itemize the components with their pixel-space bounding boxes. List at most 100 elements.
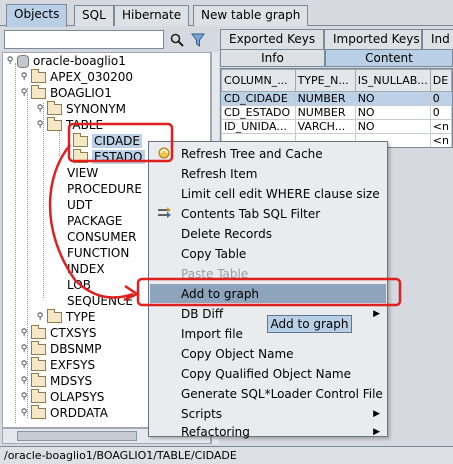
column-header[interactable]: IS_NULLAB... [354,69,431,92]
expand-icon[interactable]: ⚲ [5,56,15,66]
expand-icon[interactable]: ⚲ [35,312,45,322]
menu-item-contents-tab-sql-filter[interactable]: Contents Tab SQL Filter [150,204,386,223]
columns-grid[interactable]: COLUMN_... TYPE_N... IS_NULLAB... DE CD_… [220,68,453,148]
tree-item-label: ORDDATA [50,406,108,420]
tree-item[interactable]: CONSUMER [67,229,136,245]
tree-item[interactable]: ⚲ EXFSYS [19,356,96,373]
menu-item-copy-table[interactable]: Copy Table [150,244,386,263]
menu-item-add-to-graph[interactable]: Add to graph [150,284,386,303]
tree-item[interactable]: SEQUENCE [67,293,133,309]
filter-funnel-icon[interactable] [189,30,207,49]
expand-icon[interactable]: ⚲ [19,408,29,418]
table-cell[interactable]: CD_ESTADO [221,105,296,120]
tab-imported-keys[interactable]: Imported Keys [324,29,422,49]
tree-item-root[interactable]: ⚲ oracle-boaglio1 [5,53,126,69]
table-cell[interactable]: NUMBER [294,105,356,120]
folder-icon [31,356,46,371]
menu-item-refactoring[interactable]: Refactoring ▶ [150,422,386,441]
tree-item[interactable]: UDT [67,197,92,213]
tab-indexes[interactable]: Ind [422,29,453,49]
tree-item[interactable]: ⚲ APEX_030200 [19,68,133,85]
menu-item-label: Delete Records [181,226,272,241]
tree-item-label: SEQUENCE [67,294,133,308]
folder-icon [31,84,46,99]
tab-exported-keys[interactable]: Exported Keys [220,29,324,49]
menu-item-label: DB Diff [181,306,224,321]
expand-icon[interactable]: ⚲ [35,104,45,114]
column-header[interactable]: TYPE_N... [294,69,356,92]
tab-objects[interactable]: Objects [6,4,68,27]
tree-item[interactable]: ⚲ BOAGLIO1 [19,84,112,101]
table-cell[interactable]: NUMBER [294,91,356,106]
table-cell[interactable]: 0 [429,105,452,120]
submenu-arrow-icon: ▶ [373,426,380,437]
tree-item-label: VIEW [67,166,99,180]
menu-item-delete-records[interactable]: Delete Records [150,224,386,243]
tree-item-table-cidade[interactable]: CIDADE [73,132,142,149]
tab-content[interactable]: Content [325,49,453,67]
expand-icon[interactable]: ⚲ [19,328,29,338]
right-tabs-row1: Exported Keys Imported Keys Ind [220,29,453,49]
tree-item[interactable]: ⚲ CTXSYS [19,324,97,341]
menu-item-label: Paste Table [181,266,249,281]
tree-item[interactable]: ⚲ TABLE [35,116,103,133]
column-header[interactable]: DE [429,69,452,92]
table-cell[interactable]: 0 [429,91,452,106]
table-cell[interactable]: <n [429,119,452,134]
menu-item-label: Contents Tab SQL Filter [181,206,321,221]
tree-item[interactable]: PACKAGE [67,213,122,229]
tree-item[interactable]: ⚲ SYNONYM [35,100,126,117]
table-cell[interactable]: NO [354,105,431,120]
table-icon [73,148,88,163]
tree-item[interactable]: LOB [67,277,91,293]
menu-item-scripts[interactable]: Scripts ▶ [150,404,386,423]
table-row[interactable]: CD_CIDADE NUMBER NO 0 [221,91,452,106]
search-icon[interactable] [168,30,186,49]
expand-icon[interactable]: ⚲ [19,344,29,354]
table-cell[interactable]: VARCH... [294,119,356,134]
menu-item-copy-object-name[interactable]: Copy Object Name [150,344,386,363]
tree-item[interactable]: VIEW [67,165,98,181]
menu-item-copy-qualified-object-name[interactable]: Copy Qualified Object Name [150,364,386,383]
tree-item[interactable]: ⚲ OLAPSYS [19,388,104,405]
expand-icon[interactable]: ⚲ [19,392,29,402]
tree-item-label: TYPE [66,310,96,324]
tree-item[interactable]: ⚲ TYPE [35,308,96,325]
menu-item-generate-sqlloader[interactable]: Generate SQL*Loader Control File [150,384,386,403]
tree-item[interactable]: ⚲ ORDDATA [19,404,108,421]
expand-icon[interactable]: ⚲ [19,72,29,82]
table-cell[interactable]: ID_UNIDA... [221,119,296,134]
tree-item[interactable]: ⚲ MDSYS [19,372,92,389]
tree-item-label: CIDADE [92,134,142,148]
menu-item-limit-cell-edit[interactable]: Limit cell edit WHERE clause size [150,184,386,203]
tree-item-label: EXFSYS [50,358,96,372]
menu-item-refresh-item[interactable]: Refresh Item [150,164,386,183]
tab-info[interactable]: Info [220,49,325,67]
tree-item-table-estado[interactable]: ESTADO [73,148,145,165]
table-cell[interactable]: <n [429,133,452,147]
table-cell[interactable]: NO [354,119,431,134]
menu-item-label: Copy Table [181,246,247,261]
tree-item[interactable]: FUNCTION [67,245,129,261]
tree-item[interactable]: ⚲ DBSNMP [19,340,101,357]
column-header[interactable]: COLUMN_... [221,69,296,92]
expand-icon[interactable]: ⚲ [19,88,29,98]
expand-icon[interactable]: ⚲ [35,120,45,130]
tree-item[interactable]: PROCEDURE [67,181,142,197]
tree-item[interactable]: INDEX [67,261,105,277]
tab-hibernate[interactable]: Hibernate [114,5,190,26]
table-row[interactable]: ID_UNIDA... VARCH... NO <n [221,119,452,134]
folder-icon [31,324,46,339]
table-row[interactable]: CD_ESTADO NUMBER NO 0 [221,105,452,120]
table-cell[interactable]: CD_CIDADE [221,91,296,106]
tab-new-table-graph[interactable]: New table graph [193,5,309,26]
expand-icon[interactable]: ⚲ [19,376,29,386]
menu-item-refresh-tree[interactable]: Refresh Tree and Cache [150,144,386,163]
tab-sql[interactable]: SQL [74,5,114,26]
scrollbar-thumb[interactable] [17,431,137,441]
table-cell[interactable]: NO [354,91,431,106]
tree-item-label: UDT [67,198,93,212]
expand-icon[interactable]: ⚲ [19,360,29,370]
folder-icon [31,388,46,403]
tree-search-input[interactable] [4,30,164,49]
